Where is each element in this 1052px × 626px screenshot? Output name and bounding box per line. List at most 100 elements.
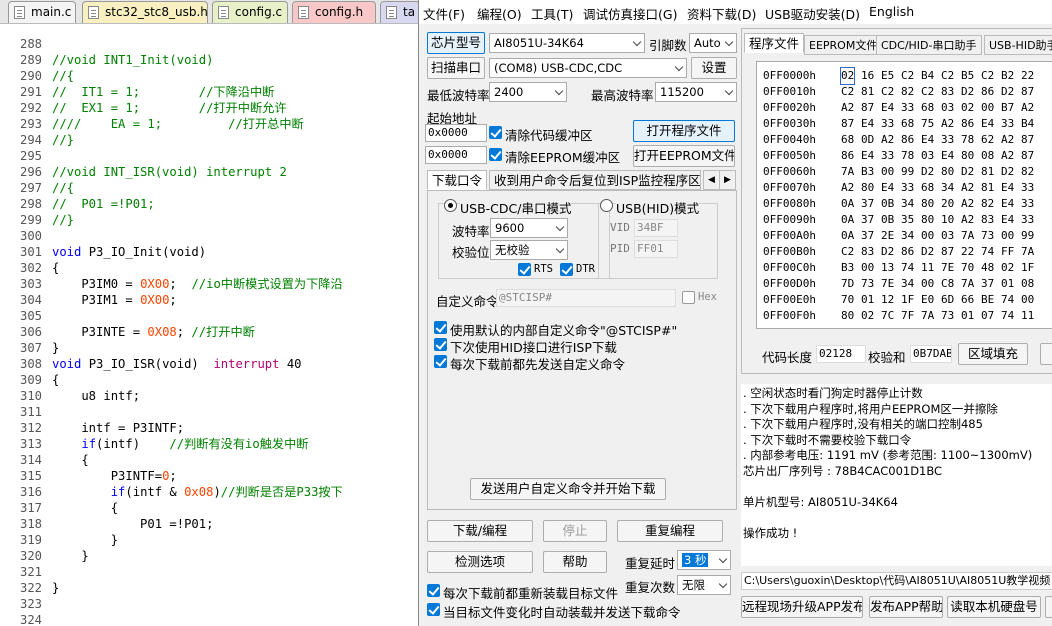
reload-checkbox[interactable] bbox=[427, 584, 440, 597]
hex-byte[interactable]: 20 bbox=[941, 196, 954, 212]
file-path-field[interactable]: C:\Users\guoxin\Desktop\代码\AI8051U\AI805… bbox=[741, 572, 1052, 590]
hex-byte[interactable]: 33 bbox=[901, 180, 914, 196]
code-line[interactable]: 293 //// EA = 1; //打开总中断 bbox=[0, 116, 418, 132]
menu-usb-driver[interactable]: USB驱动安装(D) bbox=[765, 4, 860, 23]
hex-byte[interactable]: 1F bbox=[1021, 260, 1034, 276]
auto-load-checkbox[interactable] bbox=[427, 603, 440, 616]
hex-byte[interactable]: 74 bbox=[1001, 308, 1014, 324]
menu-downloads[interactable]: 资料下载(D) bbox=[687, 4, 756, 23]
hex-byte[interactable]: 02 bbox=[961, 100, 974, 116]
hex-row[interactable]: 0FF0080h 0A 37 0B 34 80 20 A2 82 E4 33 bbox=[757, 196, 1052, 212]
hex-byte[interactable]: 80 bbox=[861, 180, 874, 196]
hex-byte[interactable]: 33 bbox=[1021, 180, 1034, 196]
hid-mode-radio[interactable] bbox=[600, 199, 613, 212]
code-line[interactable]: 288 bbox=[0, 36, 418, 52]
hex-byte[interactable]: A2 bbox=[941, 116, 954, 132]
help-button[interactable]: 帮助 bbox=[543, 551, 607, 573]
hex-byte[interactable]: 81 bbox=[981, 180, 994, 196]
hex-byte[interactable]: 0B bbox=[881, 212, 894, 228]
hex-byte[interactable]: E4 bbox=[881, 100, 894, 116]
hex-byte[interactable]: E0 bbox=[921, 292, 934, 308]
code-line[interactable]: 305 bbox=[0, 308, 418, 324]
hex-byte[interactable]: 08 bbox=[1021, 276, 1034, 292]
hex-byte[interactable]: C2 bbox=[981, 68, 994, 84]
hex-byte[interactable]: 00 bbox=[881, 164, 894, 180]
tab-scroll-right-icon[interactable]: ▶ bbox=[719, 170, 736, 190]
hex-byte[interactable]: 33 bbox=[1021, 196, 1034, 212]
hex-byte[interactable]: 87 bbox=[941, 244, 954, 260]
code-line[interactable]: 319 } bbox=[0, 532, 418, 548]
hex-byte[interactable]: 87 bbox=[1021, 84, 1034, 100]
code-line[interactable]: 295 bbox=[0, 148, 418, 164]
hex-row[interactable]: 0FF0070h A2 80 E4 33 68 34 A2 81 E4 33 bbox=[757, 180, 1052, 196]
code-line[interactable]: 298 // P01 =!P01; bbox=[0, 196, 418, 212]
hex-byte[interactable]: 86 bbox=[981, 84, 994, 100]
hex-byte[interactable]: 0B bbox=[881, 196, 894, 212]
code-line[interactable]: 303 P3IM0 = 0X00; //io中断模式设置为下降沿 bbox=[0, 276, 418, 292]
hex-byte[interactable]: 7A bbox=[841, 164, 854, 180]
hex-row[interactable]: 0FF0000h 02 16 E5 C2 B4 C2 B5 C2 B2 22 bbox=[757, 67, 1052, 85]
hex-byte[interactable]: 35 bbox=[901, 212, 914, 228]
log-output[interactable]: . 空闲状态时看门狗定时器停止计数 . 下次下载用户程序时,将用户EEPROM区… bbox=[741, 384, 1052, 566]
hex-byte[interactable]: FF bbox=[1001, 244, 1014, 260]
hex-byte[interactable]: 02 bbox=[861, 308, 874, 324]
hex-byte[interactable]: 12 bbox=[881, 292, 894, 308]
hex-byte[interactable]: 80 bbox=[921, 212, 934, 228]
hex-byte[interactable]: D2 bbox=[921, 164, 934, 180]
tab-download-password[interactable]: 下载口令 bbox=[427, 170, 488, 190]
hex-row[interactable]: 0FF00A0h 0A 37 2E 34 00 03 7A 73 00 99 bbox=[757, 228, 1052, 244]
hex-byte[interactable]: 01 bbox=[861, 292, 874, 308]
hid-next-checkbox[interactable] bbox=[434, 338, 447, 351]
hex-byte[interactable]: 80 bbox=[961, 148, 974, 164]
send-custom-command-button[interactable]: 发送用户自定义命令并开始下载 bbox=[470, 478, 666, 500]
settings-button[interactable]: 设置 bbox=[691, 57, 737, 79]
menu-debug[interactable]: 调试仿真接口(G) bbox=[583, 4, 677, 23]
hex-row[interactable]: 0FF00F0h 80 02 7C 7F 7A 73 01 07 74 11 bbox=[757, 308, 1052, 324]
hex-byte[interactable]: C2 bbox=[901, 68, 914, 84]
hex-byte[interactable]: 03 bbox=[941, 228, 954, 244]
code-line[interactable]: 323 bbox=[0, 596, 418, 612]
hex-checkbox[interactable] bbox=[682, 291, 695, 304]
code-line[interactable]: 302 { bbox=[0, 260, 418, 276]
hex-byte[interactable]: 82 bbox=[981, 196, 994, 212]
hex-byte[interactable]: 03 bbox=[941, 100, 954, 116]
hex-byte[interactable]: 7E bbox=[881, 276, 894, 292]
chip-model-button[interactable]: 芯片型号 bbox=[427, 32, 485, 54]
code-line[interactable]: 304 P3IM1 = 0X00; bbox=[0, 292, 418, 308]
code-line[interactable]: 296 //void INT_ISR(void) interrupt 2 bbox=[0, 164, 418, 180]
hex-byte[interactable]: 68 bbox=[841, 132, 854, 148]
more-button[interactable] bbox=[1040, 343, 1052, 365]
detect-options-button[interactable]: 检测选项 bbox=[427, 551, 533, 573]
hex-byte[interactable]: 78 bbox=[901, 148, 914, 164]
tab-stc32-usb-h[interactable]: stc32_stc8_usb.h bbox=[82, 1, 208, 23]
hex-byte[interactable]: E4 bbox=[941, 148, 954, 164]
code-line[interactable]: 292 // EX1 = 1; //打开中断允许 bbox=[0, 100, 418, 116]
hex-byte[interactable]: 83 bbox=[941, 84, 954, 100]
hex-byte[interactable]: 0D bbox=[861, 132, 874, 148]
hex-byte[interactable]: C2 bbox=[941, 68, 954, 84]
hex-byte[interactable]: 34 bbox=[941, 180, 954, 196]
tab-usb-hid[interactable]: USB-HID助手 bbox=[984, 35, 1052, 55]
pins-select[interactable]: Auto bbox=[689, 33, 737, 53]
default-command-checkbox[interactable] bbox=[434, 321, 447, 334]
hex-byte[interactable]: 83 bbox=[981, 212, 994, 228]
hex-byte[interactable]: 11 bbox=[921, 260, 934, 276]
hex-byte[interactable]: B3 bbox=[841, 260, 854, 276]
hex-byte[interactable]: 87 bbox=[1021, 132, 1034, 148]
hex-byte[interactable]: D2 bbox=[961, 84, 974, 100]
hex-byte[interactable]: B7 bbox=[1001, 100, 1014, 116]
code-line[interactable]: 310 u8 intf; bbox=[0, 388, 418, 404]
code-line[interactable]: 307} bbox=[0, 340, 418, 356]
hex-byte[interactable]: 80 bbox=[921, 196, 934, 212]
hex-byte[interactable]: 0A bbox=[841, 196, 854, 212]
hex-byte[interactable]: 34 bbox=[901, 276, 914, 292]
code-line[interactable]: 320 } bbox=[0, 548, 418, 564]
code-line[interactable]: 315 P3INTF=0; bbox=[0, 468, 418, 484]
hex-row[interactable]: 0FF0060h 7A B3 00 99 D2 80 D2 81 D2 82 bbox=[757, 164, 1052, 180]
hex-byte[interactable]: A2 bbox=[961, 212, 974, 228]
hex-byte[interactable]: A2 bbox=[961, 180, 974, 196]
hex-byte[interactable]: 81 bbox=[861, 84, 874, 100]
hex-byte[interactable]: 22 bbox=[961, 244, 974, 260]
hex-row[interactable]: 0FF0040h 68 0D A2 86 E4 33 78 62 A2 87 bbox=[757, 132, 1052, 148]
tab-config-c[interactable]: config.c bbox=[212, 1, 288, 23]
